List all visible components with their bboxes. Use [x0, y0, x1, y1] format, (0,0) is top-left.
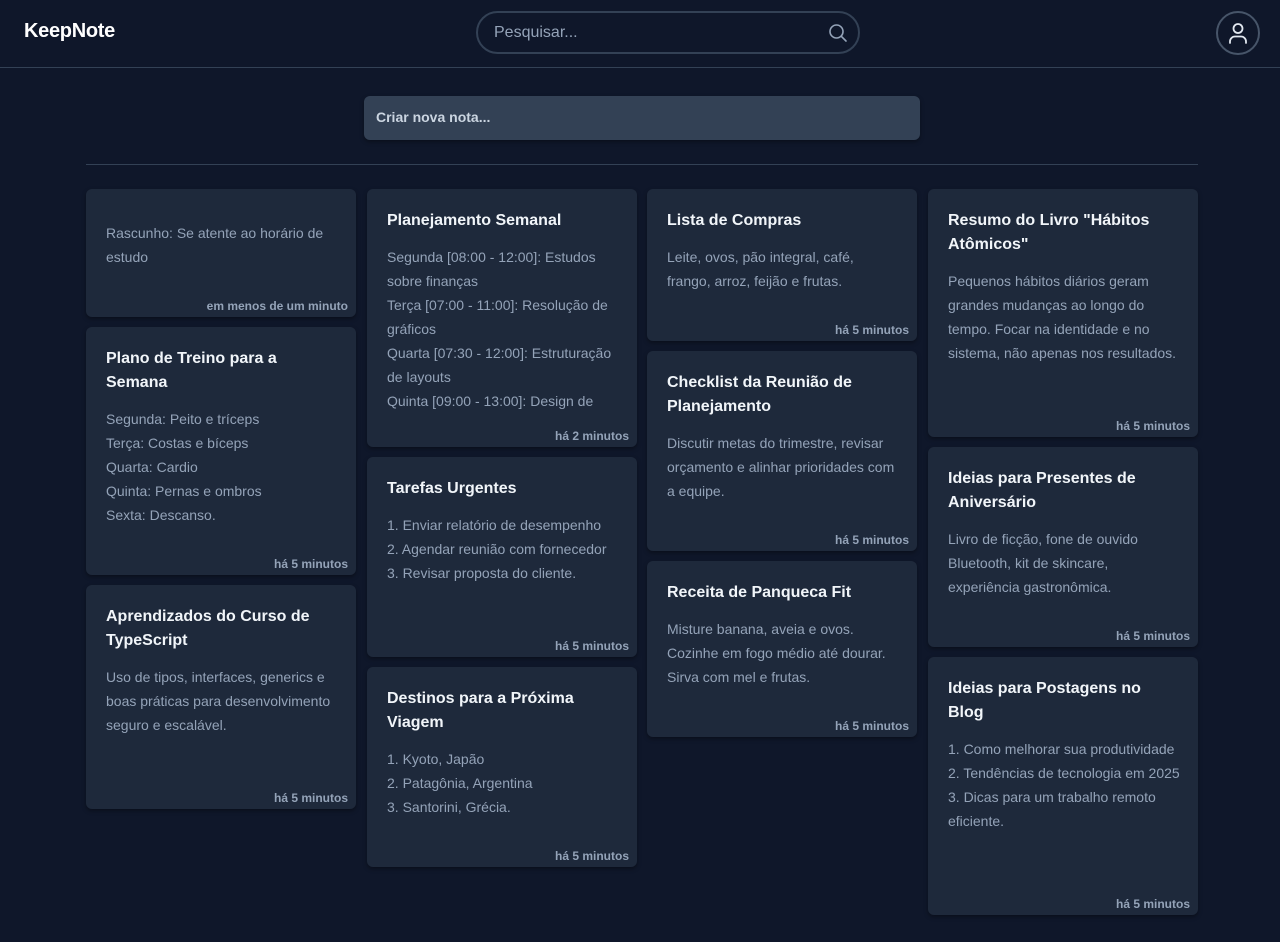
note-timestamp: há 5 minutos: [554, 849, 629, 863]
app-header: KeepNote: [0, 0, 1280, 68]
user-avatar-button[interactable]: [1216, 11, 1260, 55]
note-card[interactable]: Aprendizados do Curso de TypeScript Uso …: [86, 585, 356, 809]
search-bar[interactable]: [476, 11, 860, 54]
note-title: Receita de Panqueca Fit: [667, 584, 852, 601]
note-card[interactable]: Plano de Treino para a Semana Segunda: P…: [86, 327, 356, 575]
note-timestamp: há 5 minutos: [273, 557, 348, 571]
note-card[interactable]: Resumo do Livro "Hábitos Atômicos" Peque…: [928, 189, 1198, 437]
note-title: Plano de Treino para a Semana: [106, 350, 277, 391]
note-title: Ideias para Presentes de Aniversário: [948, 470, 1136, 511]
app-logo[interactable]: KeepNote: [24, 20, 115, 43]
note-title: Ideias para Postagens no Blog: [948, 680, 1141, 721]
note-body: Rascunho: Se atente ao horário de estudo: [106, 225, 324, 265]
note-body: Segunda: Peito e tríceps Terça: Costas e…: [106, 411, 262, 523]
note-body: 1. Como melhorar sua produtividade 2. Te…: [948, 741, 1180, 829]
note-title: Tarefas Urgentes: [387, 480, 517, 497]
note-card[interactable]: Ideias para Presentes de Aniversário Liv…: [928, 447, 1198, 647]
note-title: Planejamento Semanal: [387, 212, 562, 229]
note-timestamp: há 5 minutos: [834, 533, 909, 547]
note-body: 1. Kyoto, Japão 2. Patagônia, Argentina …: [387, 751, 533, 815]
search-input[interactable]: [494, 21, 814, 45]
note-card[interactable]: Ideias para Postagens no Blog 1. Como me…: [928, 657, 1198, 915]
note-timestamp: há 2 minutos: [554, 429, 629, 443]
note-timestamp: há 5 minutos: [834, 719, 909, 733]
note-body: Misture banana, aveia e ovos. Cozinhe em…: [667, 621, 886, 685]
note-card[interactable]: Lista de Compras Leite, ovos, pão integr…: [647, 189, 917, 341]
note-title: Lista de Compras: [667, 212, 802, 229]
note-card[interactable]: Tarefas Urgentes 1. Enviar relatório de …: [367, 457, 637, 657]
note-body: Leite, ovos, pão integral, café, frango,…: [667, 249, 854, 289]
note-title: Resumo do Livro "Hábitos Atômicos": [948, 212, 1150, 253]
divider: [86, 164, 1198, 165]
search-icon[interactable]: [828, 23, 848, 43]
note-body: Segunda [08:00 - 12:00]: Estudos sobre f…: [387, 249, 612, 409]
user-icon: [1229, 23, 1247, 44]
note-card[interactable]: Destinos para a Próxima Viagem 1. Kyoto,…: [367, 667, 637, 867]
note-title: Destinos para a Próxima Viagem: [387, 690, 574, 731]
note-timestamp: há 5 minutos: [834, 323, 909, 337]
note-body: Discutir metas do trimestre, revisar orç…: [667, 435, 895, 499]
note-timestamp: há 5 minutos: [273, 791, 348, 805]
note-card[interactable]: Planejamento Semanal Segunda [08:00 - 12…: [367, 189, 637, 447]
note-timestamp: há 5 minutos: [554, 639, 629, 653]
note-card[interactable]: Receita de Panqueca Fit Misture banana, …: [647, 561, 917, 737]
note-timestamp: há 5 minutos: [1115, 419, 1190, 433]
note-body: 1. Enviar relatório de desempenho 2. Age…: [387, 517, 607, 581]
note-timestamp: em menos de um minuto: [206, 299, 348, 313]
note-card[interactable]: Checklist da Reunião de Planejamento Dis…: [647, 351, 917, 551]
note-timestamp: há 5 minutos: [1115, 629, 1190, 643]
note-body: Pequenos hábitos diários geram grandes m…: [948, 273, 1177, 361]
create-note-input[interactable]: Criar nova nota...: [364, 96, 920, 140]
note-title: Checklist da Reunião de Planejamento: [667, 374, 852, 415]
note-card[interactable]: Rascunho: Se atente ao horário de estudo…: [86, 189, 356, 317]
note-body: Uso de tipos, interfaces, generics e boa…: [106, 669, 331, 733]
note-title: Aprendizados do Curso de TypeScript: [106, 608, 310, 649]
note-timestamp: há 5 minutos: [1115, 897, 1190, 911]
note-body: Livro de ficção, fone de ouvido Bluetoot…: [948, 531, 1138, 595]
